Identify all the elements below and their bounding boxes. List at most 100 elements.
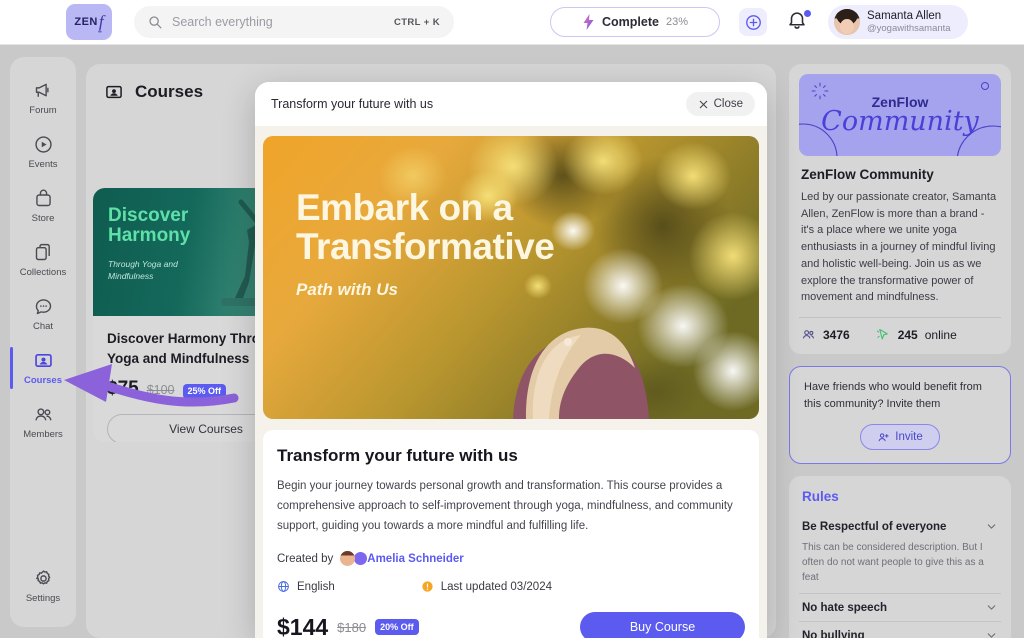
creator-name[interactable]: Amelia Schneider bbox=[367, 553, 464, 565]
app-logo[interactable]: ZEN f ••• bbox=[66, 4, 112, 40]
course-title: Transform your future with us bbox=[277, 446, 518, 465]
notification-badge bbox=[804, 10, 811, 17]
user-plus-icon bbox=[878, 433, 889, 441]
app-root: ZEN f ••• Search everything CTRL + K Com… bbox=[0, 0, 1024, 638]
sidebar-item-label: Settings bbox=[25, 593, 61, 604]
play-circle-icon bbox=[34, 136, 52, 153]
circle-decoration-icon bbox=[981, 82, 989, 90]
community-stats: 3476 245 online bbox=[799, 317, 1001, 344]
sidebar-item-label: Members bbox=[23, 429, 63, 440]
community-panel: ZenFlow Community ZenFlow Community Led … bbox=[789, 64, 1011, 355]
rule-name: Be Respectful of everyone bbox=[802, 520, 947, 533]
hero-text: Embark on a Transformative Path with Us bbox=[296, 187, 555, 300]
chevron-down-icon bbox=[987, 524, 996, 529]
members-count: 3476 bbox=[823, 327, 850, 342]
buy-course-button[interactable]: Buy Course bbox=[580, 612, 745, 638]
notifications-button[interactable] bbox=[786, 9, 812, 35]
sidebar-item-events[interactable]: Events bbox=[10, 125, 76, 179]
creator-avatar-secondary bbox=[354, 552, 368, 566]
sidebar-item-members[interactable]: Members bbox=[10, 395, 76, 449]
rule-item[interactable]: No bullying bbox=[799, 622, 1001, 638]
sidebar-item-chat[interactable]: Chat bbox=[10, 287, 76, 341]
rule-name: No bullying bbox=[802, 629, 865, 638]
close-icon bbox=[699, 100, 707, 108]
people-icon bbox=[34, 408, 51, 421]
online-count: 245 bbox=[897, 327, 918, 342]
complete-progress-button[interactable]: Complete 23% bbox=[550, 7, 720, 37]
megaphone-icon bbox=[35, 83, 49, 97]
lightning-bolt-icon bbox=[583, 14, 594, 30]
created-by-label: Created by bbox=[277, 552, 334, 565]
logo-mark-icon: f bbox=[98, 12, 104, 31]
search-placeholder: Search everything bbox=[172, 15, 273, 29]
course-detail-modal: Transform your future with us Close Emba… bbox=[255, 82, 767, 638]
complete-percent: 23% bbox=[665, 16, 688, 28]
hero-line-1: Embark on a bbox=[296, 187, 513, 228]
members-stat: 3476 bbox=[801, 327, 850, 342]
profile-menu[interactable]: Samanta Allen @yogawithsamanta bbox=[828, 5, 968, 39]
logo-text: ZEN bbox=[74, 16, 98, 28]
community-banner: ZenFlow Community bbox=[799, 74, 1001, 156]
invite-panel: Have friends who would benefit from this… bbox=[789, 366, 1011, 465]
language-meta: English bbox=[277, 580, 335, 593]
hero-line-2: Transformative bbox=[296, 226, 555, 268]
alert-icon bbox=[422, 581, 433, 592]
rules-title: Rules bbox=[802, 489, 839, 505]
profile-name: Samanta Allen bbox=[867, 9, 942, 22]
gear-icon bbox=[35, 570, 50, 585]
logo-dots-icon: ••• bbox=[97, 30, 102, 36]
discount-badge: 25% Off bbox=[182, 383, 227, 399]
course-old-price: $100 bbox=[146, 383, 175, 398]
course-banner-subtitle: Through Yoga and Mindfulness bbox=[108, 259, 178, 282]
sidebar-item-store[interactable]: Store bbox=[10, 179, 76, 233]
course-price: $75 bbox=[107, 378, 139, 400]
course-price: $144 bbox=[277, 613, 329, 638]
top-bar: ZEN f ••• Search everything CTRL + K Com… bbox=[0, 0, 1024, 45]
hero-line-3: Path with Us bbox=[296, 280, 399, 300]
purchase-bar: $144 $180 20% Off Buy Course bbox=[277, 612, 745, 638]
people-icon bbox=[802, 330, 814, 339]
rule-name: No hate speech bbox=[802, 601, 887, 614]
sidebar-item-courses[interactable]: Courses bbox=[10, 341, 76, 395]
creator-avatar bbox=[340, 551, 356, 567]
invite-button[interactable]: Invite bbox=[860, 424, 940, 451]
sidebar-item-label: Forum bbox=[29, 105, 57, 116]
rule-item[interactable]: Be Respectful of everyone This can be co… bbox=[799, 513, 1001, 593]
complete-label: Complete bbox=[602, 15, 659, 29]
sidebar-item-collections[interactable]: Collections bbox=[10, 233, 76, 287]
creator-row: Created by Amelia Schneider bbox=[277, 551, 745, 567]
modal-header-title: Transform your future with us bbox=[271, 97, 434, 111]
last-updated-label: Last updated 03/2024 bbox=[440, 580, 552, 593]
invite-button-label: Invite bbox=[895, 431, 923, 444]
bag-icon bbox=[35, 189, 51, 207]
online-label: online bbox=[924, 327, 957, 342]
globe-icon bbox=[278, 581, 289, 593]
community-banner-script: Community bbox=[821, 106, 979, 137]
rule-item[interactable]: No hate speech bbox=[799, 594, 1001, 621]
course-meta: English Last updated 03/2024 bbox=[277, 580, 745, 593]
online-stat: 245 online bbox=[876, 327, 957, 342]
active-indicator bbox=[10, 347, 13, 389]
modal-body: Transform your future with us Begin your… bbox=[263, 430, 759, 638]
plus-icon bbox=[745, 14, 761, 30]
chevron-down-icon bbox=[987, 633, 996, 638]
community-description: Led by our passionate creator, Samanta A… bbox=[801, 191, 997, 304]
chat-bubble-icon bbox=[35, 299, 51, 315]
rules-panel: Rules Be Respectful of everyone This can… bbox=[789, 476, 1011, 638]
left-sidebar: Forum Events Store Collections Chat Cour… bbox=[10, 57, 76, 627]
search-input[interactable]: Search everything CTRL + K bbox=[134, 6, 454, 38]
close-button[interactable]: Close bbox=[685, 92, 755, 116]
right-sidebar: ZenFlow Community ZenFlow Community Led … bbox=[789, 64, 1011, 638]
cursor-icon bbox=[876, 329, 888, 340]
search-shortcut: CTRL + K bbox=[393, 16, 440, 28]
sidebar-item-settings[interactable]: Settings bbox=[10, 559, 76, 613]
community-title: ZenFlow Community bbox=[801, 167, 934, 182]
sidebar-item-label: Courses bbox=[23, 375, 62, 386]
page-title: Courses bbox=[135, 82, 204, 101]
sidebar-item-forum[interactable]: Forum bbox=[10, 71, 76, 125]
sidebar-item-label: Collections bbox=[19, 267, 67, 278]
updated-meta: Last updated 03/2024 bbox=[421, 580, 552, 593]
documents-icon bbox=[35, 243, 50, 261]
modal-hero-banner: Embark on a Transformative Path with Us bbox=[263, 136, 759, 419]
add-button[interactable] bbox=[739, 8, 767, 36]
